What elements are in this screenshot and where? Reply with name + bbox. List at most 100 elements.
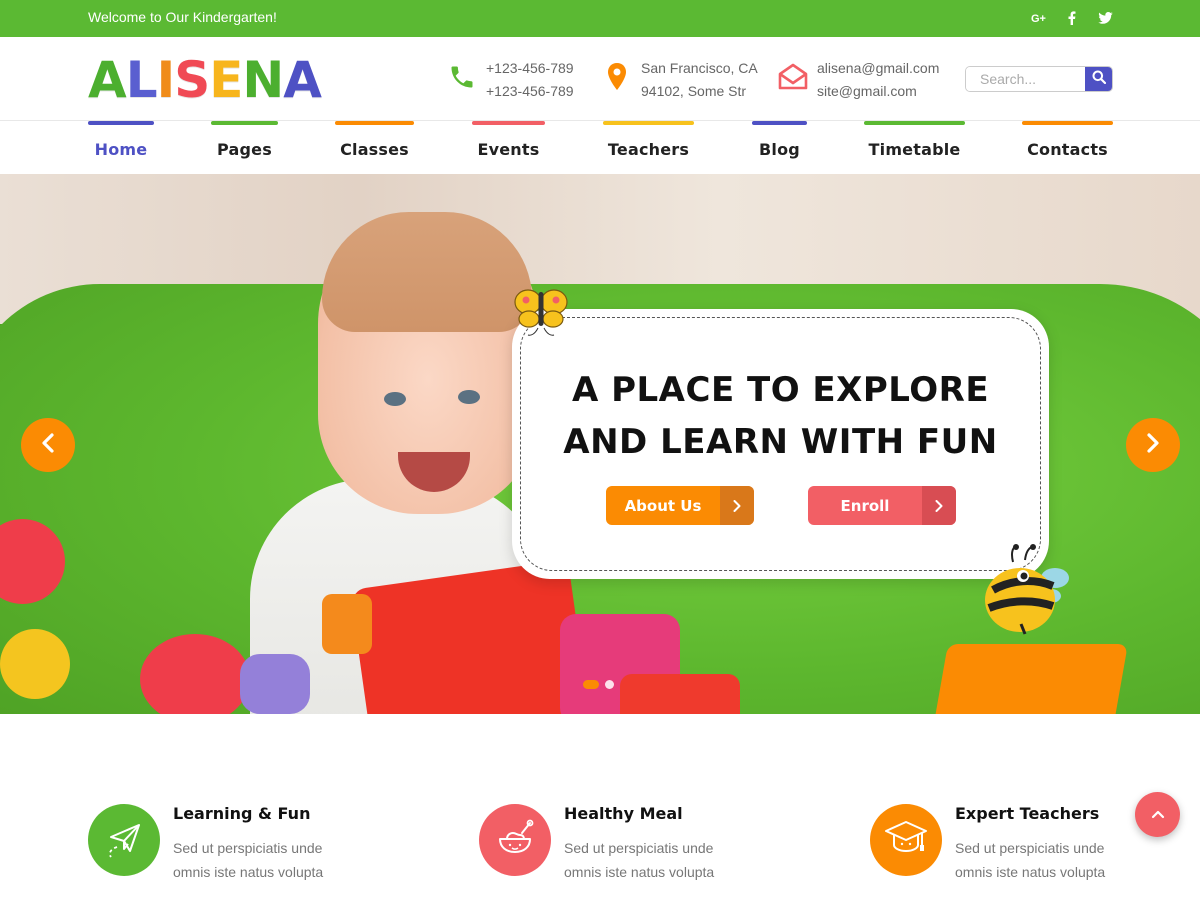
feature-healthy-meal: Healthy Meal Sed ut perspiciatis unde om… bbox=[479, 804, 779, 884]
nav-item-color-bar bbox=[603, 121, 694, 125]
toy-block bbox=[240, 654, 310, 714]
map-pin-icon bbox=[601, 61, 633, 93]
feature-title: Learning & Fun bbox=[173, 804, 311, 823]
email-line-1[interactable]: alisena@gmail.com bbox=[817, 57, 939, 80]
welcome-text: Welcome to Our Kindergarten! bbox=[88, 9, 277, 25]
email-line-2[interactable]: site@gmail.com bbox=[817, 80, 939, 103]
feature-description-line: Sed ut perspiciatis unde bbox=[564, 840, 714, 856]
address-line-1: San Francisco, CA bbox=[641, 60, 758, 76]
nav-item-teachers[interactable]: Teachers bbox=[603, 121, 694, 174]
phone-contact: +123-456-789 +123-456-789 bbox=[446, 57, 574, 103]
nav-item-label: Home bbox=[94, 140, 148, 159]
nav-item-events[interactable]: Events bbox=[472, 121, 545, 174]
feature-icon-circle bbox=[479, 804, 551, 876]
search-box bbox=[965, 66, 1113, 92]
paper-plane-icon bbox=[103, 817, 145, 864]
feature-description-line: Sed ut perspiciatis unde bbox=[173, 840, 323, 856]
logo-letter: A bbox=[88, 51, 127, 109]
hero-caption-card: A PLACE TO EXPLORE AND LEARN WITH FUN Ab… bbox=[512, 309, 1049, 579]
hero-child-eye bbox=[384, 392, 406, 406]
graduation-cap-icon bbox=[884, 817, 928, 864]
phone-line-1[interactable]: +123-456-789 bbox=[486, 57, 574, 80]
svg-text:G+: G+ bbox=[1031, 13, 1046, 24]
slider-next-button[interactable] bbox=[1126, 418, 1180, 472]
address-contact: San Francisco, CA 94102, Some Str bbox=[601, 57, 758, 103]
feature-description-line: omnis iste natus volupta bbox=[564, 864, 715, 880]
enroll-button-label: Enroll bbox=[840, 496, 890, 515]
slider-prev-button[interactable] bbox=[21, 418, 75, 472]
feature-description-line: Sed ut perspiciatis unde bbox=[955, 840, 1105, 856]
feature-icon-circle bbox=[870, 804, 942, 876]
chevron-right-icon bbox=[720, 486, 754, 525]
nav-item-color-bar bbox=[752, 121, 807, 125]
bee-icon bbox=[983, 544, 1073, 644]
nav-item-color-bar bbox=[472, 121, 545, 125]
chevron-right-icon bbox=[922, 486, 956, 525]
nav-item-color-bar bbox=[335, 121, 414, 125]
slider-pagination bbox=[583, 680, 614, 689]
search-button[interactable] bbox=[1085, 67, 1112, 91]
chevron-right-icon bbox=[1146, 432, 1160, 458]
site-logo[interactable]: ALISENA bbox=[88, 51, 322, 109]
nav-item-color-bar bbox=[864, 121, 965, 125]
feature-description: Sed ut perspiciatis unde omnis iste natu… bbox=[173, 836, 363, 884]
nav-item-label: Classes bbox=[340, 140, 409, 159]
slider-dot[interactable] bbox=[605, 680, 614, 689]
nav-item-contacts[interactable]: Contacts bbox=[1022, 121, 1113, 174]
enroll-button[interactable]: Enroll bbox=[808, 486, 956, 525]
nav-item-label: Contacts bbox=[1027, 140, 1108, 159]
phone-icon bbox=[446, 61, 478, 93]
hero-title: A PLACE TO EXPLORE AND LEARN WITH FUN bbox=[512, 364, 1049, 468]
nav-item-label: Events bbox=[477, 140, 540, 159]
nav-item-pages[interactable]: Pages bbox=[211, 121, 278, 174]
feature-title: Expert Teachers bbox=[955, 804, 1100, 823]
hero-title-line-2: AND LEARN WITH FUN bbox=[563, 422, 998, 462]
logo-letter: A bbox=[283, 51, 322, 109]
envelope-icon bbox=[777, 61, 809, 93]
meal-bowl-icon bbox=[494, 817, 536, 864]
email-contact: alisena@gmail.com site@gmail.com bbox=[777, 57, 939, 103]
nav-item-label: Pages bbox=[217, 140, 272, 159]
nav-item-label: Timetable bbox=[868, 140, 961, 159]
about-us-button[interactable]: About Us bbox=[606, 486, 754, 525]
toy-block bbox=[322, 594, 372, 654]
slider-dot[interactable] bbox=[583, 680, 599, 689]
feature-title: Healthy Meal bbox=[564, 804, 683, 823]
back-to-top-button[interactable] bbox=[1135, 792, 1180, 837]
search-input[interactable] bbox=[966, 67, 1085, 91]
nav-item-blog[interactable]: Blog bbox=[752, 121, 807, 174]
toy-block bbox=[932, 644, 1128, 714]
facebook-icon[interactable] bbox=[1061, 8, 1083, 28]
feature-description-line: omnis iste natus volupta bbox=[955, 864, 1106, 880]
main-nav: Home Pages Classes Events Teachers Blog Timeta… bbox=[0, 121, 1200, 174]
nav-item-label: Blog bbox=[759, 140, 800, 159]
toy-block bbox=[0, 629, 70, 699]
logo-letter: L bbox=[125, 51, 158, 109]
chevron-up-icon bbox=[1151, 806, 1165, 824]
nav-item-classes[interactable]: Classes bbox=[335, 121, 414, 174]
hero-child-eye bbox=[458, 390, 480, 404]
logo-letter: E bbox=[209, 51, 243, 109]
toy-block bbox=[140, 634, 250, 714]
search-icon bbox=[1092, 70, 1106, 89]
nav-item-timetable[interactable]: Timetable bbox=[864, 121, 965, 174]
top-bar: Welcome to Our Kindergarten! G+ bbox=[0, 0, 1200, 37]
hero-slider: A PLACE TO EXPLORE AND LEARN WITH FUN Ab… bbox=[0, 174, 1200, 714]
phone-line-2[interactable]: +123-456-789 bbox=[486, 80, 574, 103]
feature-icon-circle bbox=[88, 804, 160, 876]
address-line-2: 94102, Some Str bbox=[641, 83, 747, 99]
google-plus-icon[interactable]: G+ bbox=[1028, 8, 1050, 28]
nav-item-color-bar bbox=[1022, 121, 1113, 125]
twitter-icon[interactable] bbox=[1094, 8, 1116, 28]
feature-description-line: omnis iste natus volupta bbox=[173, 864, 324, 880]
feature-description: Sed ut perspiciatis unde omnis iste natu… bbox=[955, 836, 1145, 884]
nav-item-home[interactable]: Home bbox=[88, 121, 154, 174]
logo-letter: I bbox=[156, 51, 176, 109]
nav-item-label: Teachers bbox=[607, 140, 690, 159]
chevron-left-icon bbox=[41, 432, 55, 458]
nav-item-color-bar bbox=[211, 121, 278, 125]
feature-learning-fun: Learning & Fun Sed ut perspiciatis unde … bbox=[88, 804, 388, 884]
nav-item-color-bar bbox=[88, 121, 154, 125]
about-us-button-label: About Us bbox=[624, 496, 702, 515]
feature-expert-teachers: Expert Teachers Sed ut perspiciatis unde… bbox=[870, 804, 1170, 884]
